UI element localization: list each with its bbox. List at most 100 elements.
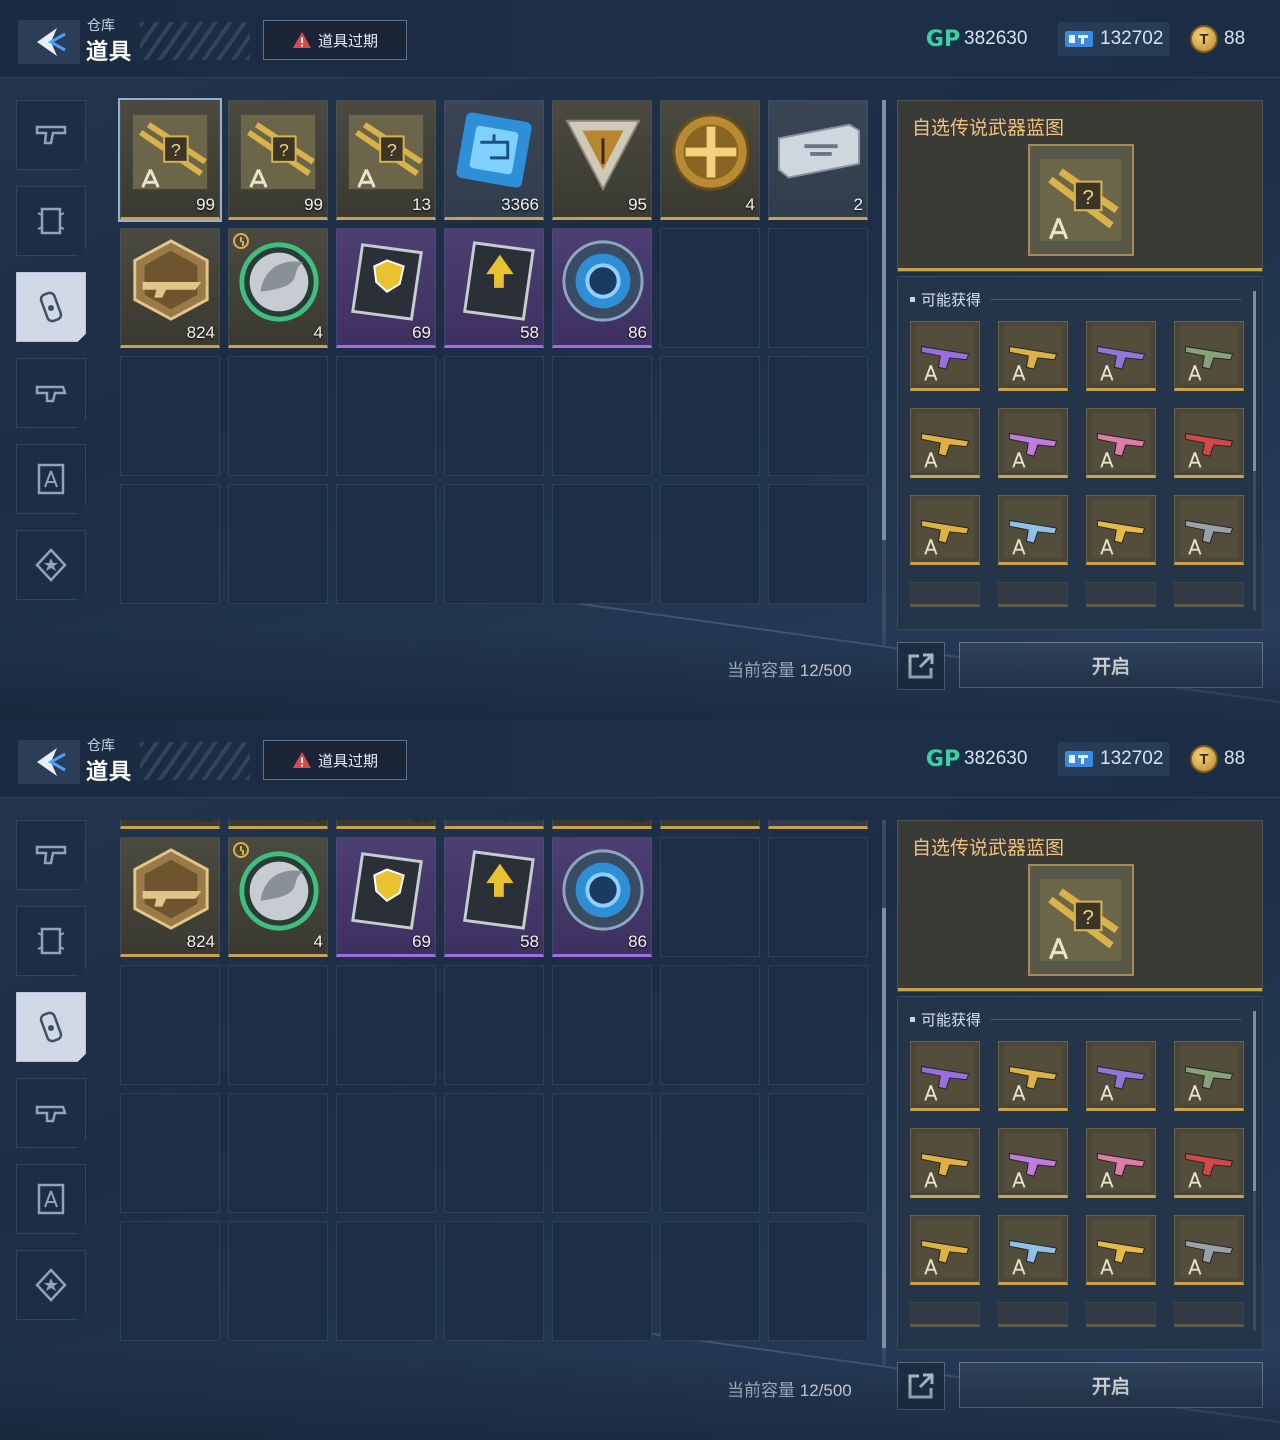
tab-frames[interactable] — [16, 906, 86, 976]
empty-slot[interactable] — [768, 965, 868, 1085]
share-button[interactable] — [897, 642, 945, 690]
rewards-scrollbar[interactable] — [1253, 1011, 1256, 1331]
empty-slot[interactable] — [660, 484, 760, 604]
tab-parts[interactable] — [16, 358, 86, 428]
tab-badges[interactable] — [16, 530, 86, 600]
purple-smg-icon[interactable] — [910, 1041, 980, 1111]
inventory-item[interactable]: ?99 — [118, 98, 222, 222]
reward-item-partial[interactable] — [910, 1302, 980, 1327]
inventory-item[interactable]: 4 — [660, 820, 760, 829]
empty-slot[interactable] — [768, 837, 868, 957]
empty-slot[interactable] — [336, 965, 436, 1085]
inventory-item[interactable]: 58 — [444, 837, 544, 957]
dark-rifle-icon[interactable] — [1174, 1215, 1244, 1285]
reward-item-partial[interactable] — [1174, 1302, 1244, 1327]
tab-blueprints[interactable] — [16, 444, 86, 514]
inventory-item[interactable]: 3366 — [444, 820, 544, 829]
inventory-item[interactable]: 86 — [552, 228, 652, 348]
gold-pistol-icon[interactable] — [910, 1215, 980, 1285]
back-button[interactable] — [18, 740, 80, 784]
empty-slot[interactable] — [444, 356, 544, 476]
empty-slot[interactable] — [444, 484, 544, 604]
gold-sniper-icon[interactable] — [910, 408, 980, 478]
empty-slot[interactable] — [768, 484, 868, 604]
empty-slot[interactable] — [336, 1221, 436, 1341]
empty-slot[interactable] — [120, 965, 220, 1085]
purple-sniper-icon[interactable] — [1086, 1041, 1156, 1111]
empty-slot[interactable] — [552, 965, 652, 1085]
tab-blueprints[interactable] — [16, 1164, 86, 1234]
empty-slot[interactable] — [444, 965, 544, 1085]
tab-frames[interactable] — [16, 186, 86, 256]
red-shotgun-icon[interactable] — [1174, 1128, 1244, 1198]
inventory-item[interactable]: ?99 — [228, 820, 328, 829]
red-shotgun-icon[interactable] — [1174, 408, 1244, 478]
purple-smg-icon[interactable] — [910, 321, 980, 391]
inventory-item[interactable]: ?99 — [228, 100, 328, 220]
back-button[interactable] — [18, 20, 80, 64]
reward-item-partial[interactable] — [910, 582, 980, 607]
camo-rifle-icon[interactable] — [1174, 1041, 1244, 1111]
empty-slot[interactable] — [768, 1221, 868, 1341]
tab-weapons[interactable] — [16, 100, 86, 170]
black-gold-rifle-icon[interactable] — [998, 1041, 1068, 1111]
purple-rifle-icon[interactable] — [998, 1128, 1068, 1198]
empty-slot[interactable] — [444, 1093, 544, 1213]
expired-items-button[interactable]: 道具过期 — [263, 740, 407, 780]
rewards-scrollbar[interactable] — [1253, 291, 1256, 611]
inventory-item[interactable]: 95 — [552, 820, 652, 829]
open-button[interactable]: 开启 — [959, 642, 1263, 688]
inventory-item[interactable]: 69 — [336, 228, 436, 348]
pink-rifle-icon[interactable] — [1086, 1128, 1156, 1198]
tab-items[interactable] — [16, 992, 86, 1062]
purple-rifle-icon[interactable] — [998, 408, 1068, 478]
inventory-item[interactable]: 86 — [552, 837, 652, 957]
empty-slot[interactable] — [336, 356, 436, 476]
black-gold-rifle-icon[interactable] — [998, 321, 1068, 391]
empty-slot[interactable] — [660, 965, 760, 1085]
inventory-item[interactable]: 4 — [228, 228, 328, 348]
empty-slot[interactable] — [552, 1221, 652, 1341]
tab-badges[interactable] — [16, 1250, 86, 1320]
purple-sniper-icon[interactable] — [1086, 321, 1156, 391]
empty-slot[interactable] — [768, 1093, 868, 1213]
reward-item-partial[interactable] — [998, 582, 1068, 607]
inventory-item[interactable]: 2 — [768, 100, 868, 220]
empty-slot[interactable] — [660, 228, 760, 348]
inventory-item[interactable]: 3366 — [444, 100, 544, 220]
inventory-item[interactable]: 824 — [120, 837, 220, 957]
empty-slot[interactable] — [660, 1093, 760, 1213]
reward-item-partial[interactable] — [1086, 1302, 1156, 1327]
inventory-item[interactable]: 4 — [660, 100, 760, 220]
reward-item-partial[interactable] — [1086, 582, 1156, 607]
empty-slot[interactable] — [228, 965, 328, 1085]
empty-slot[interactable] — [552, 484, 652, 604]
empty-slot[interactable] — [768, 228, 868, 348]
empty-slot[interactable] — [228, 484, 328, 604]
gold-pistol-icon[interactable] — [910, 495, 980, 565]
blue-white-rifle-icon[interactable] — [998, 495, 1068, 565]
empty-slot[interactable] — [552, 356, 652, 476]
tab-weapons[interactable] — [16, 820, 86, 890]
empty-slot[interactable] — [120, 356, 220, 476]
inventory-item[interactable]: ?13 — [336, 820, 436, 829]
inventory-item[interactable]: 58 — [444, 228, 544, 348]
blue-white-rifle-icon[interactable] — [998, 1215, 1068, 1285]
tab-parts[interactable] — [16, 1078, 86, 1148]
expired-items-button[interactable]: 道具过期 — [263, 20, 407, 60]
empty-slot[interactable] — [120, 484, 220, 604]
empty-slot[interactable] — [228, 1221, 328, 1341]
pink-rifle-icon[interactable] — [1086, 408, 1156, 478]
empty-slot[interactable] — [336, 484, 436, 604]
inventory-item[interactable]: 4 — [228, 837, 328, 957]
empty-slot[interactable] — [768, 356, 868, 476]
empty-slot[interactable] — [660, 837, 760, 957]
camo-rifle-icon[interactable] — [1174, 321, 1244, 391]
tab-items[interactable] — [16, 272, 86, 342]
inventory-item[interactable]: 2 — [768, 820, 868, 829]
empty-slot[interactable] — [120, 1093, 220, 1213]
empty-slot[interactable] — [228, 356, 328, 476]
reward-item-partial[interactable] — [998, 1302, 1068, 1327]
dark-rifle-icon[interactable] — [1174, 495, 1244, 565]
gold-rifle-icon[interactable] — [1086, 495, 1156, 565]
